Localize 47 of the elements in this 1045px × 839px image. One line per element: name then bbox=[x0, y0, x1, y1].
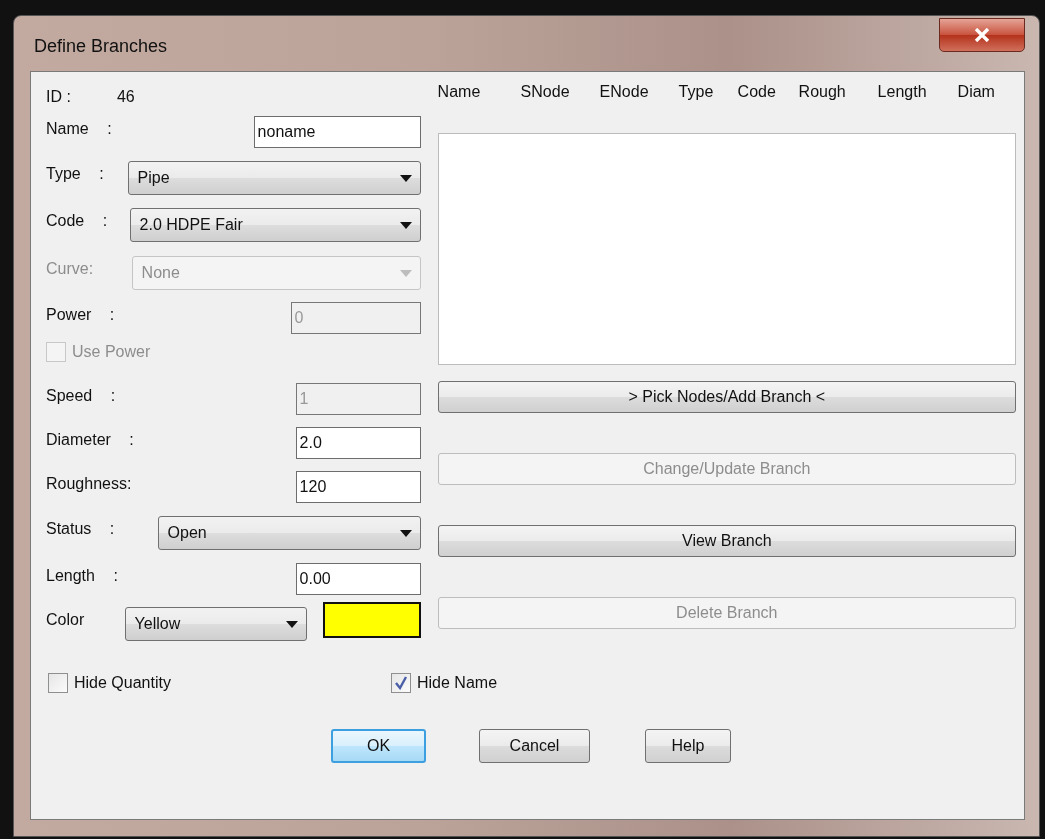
field-label: Color bbox=[46, 610, 85, 629]
checkbox-label: Hide Quantity bbox=[48, 673, 391, 693]
close-icon bbox=[974, 28, 990, 42]
dialog-button[interactable]: Cancel bbox=[479, 729, 590, 763]
action-button[interactable]: > Pick Nodes/Add Branch < bbox=[437, 381, 1016, 413]
caret-icon bbox=[399, 529, 412, 537]
id-value: 46 bbox=[116, 88, 135, 106]
caret-icon bbox=[399, 269, 412, 277]
field-label: Type : bbox=[46, 164, 104, 183]
text-field[interactable]: 0.00 bbox=[295, 563, 421, 595]
field-label: Status : bbox=[46, 519, 115, 538]
dialog-button[interactable]: OK bbox=[331, 729, 426, 763]
column-header: Diam bbox=[957, 83, 996, 101]
caret-icon bbox=[399, 174, 412, 182]
text-field[interactable]: 120 bbox=[295, 471, 421, 503]
checkbox-label: Hide Name bbox=[391, 673, 498, 693]
dropdown[interactable]: Open bbox=[157, 516, 421, 550]
column-header: Length bbox=[877, 83, 928, 101]
checkbox[interactable] bbox=[391, 673, 411, 693]
column-header: Code bbox=[737, 83, 777, 101]
dropdown[interactable]: 2.0 HDPE Fair bbox=[129, 208, 421, 242]
field-label: Roughness: bbox=[46, 474, 132, 493]
window-title: Define Branches bbox=[33, 35, 168, 57]
field-label: Diameter : bbox=[46, 430, 134, 449]
field-label: Name : bbox=[46, 119, 112, 138]
field-label: Curve: bbox=[46, 259, 94, 278]
checkbox-label: Use Power bbox=[46, 342, 151, 362]
dropdown[interactable]: Pipe bbox=[127, 161, 421, 195]
field-label: Power : bbox=[46, 305, 115, 324]
dialog-button[interactable]: Help bbox=[645, 729, 731, 763]
caret-icon bbox=[399, 221, 412, 229]
text-field[interactable]: 2.0 bbox=[295, 427, 421, 459]
caret-icon bbox=[285, 620, 298, 628]
checkbox[interactable] bbox=[48, 673, 68, 693]
id-label: ID : bbox=[46, 88, 71, 106]
action-button[interactable]: View Branch bbox=[437, 525, 1016, 557]
column-header: Name bbox=[437, 83, 482, 101]
dropdown[interactable]: Yellow bbox=[124, 607, 307, 641]
column-header: SNode bbox=[520, 83, 571, 101]
close-button[interactable] bbox=[939, 18, 1025, 52]
field-label: Length : bbox=[46, 566, 118, 585]
column-header: Rough bbox=[798, 83, 847, 101]
column-header: Type bbox=[678, 83, 715, 101]
column-header: ENode bbox=[599, 83, 650, 101]
field-label: Speed : bbox=[46, 386, 116, 405]
text-field[interactable]: noname bbox=[253, 116, 421, 148]
field-label: Code : bbox=[46, 211, 108, 230]
